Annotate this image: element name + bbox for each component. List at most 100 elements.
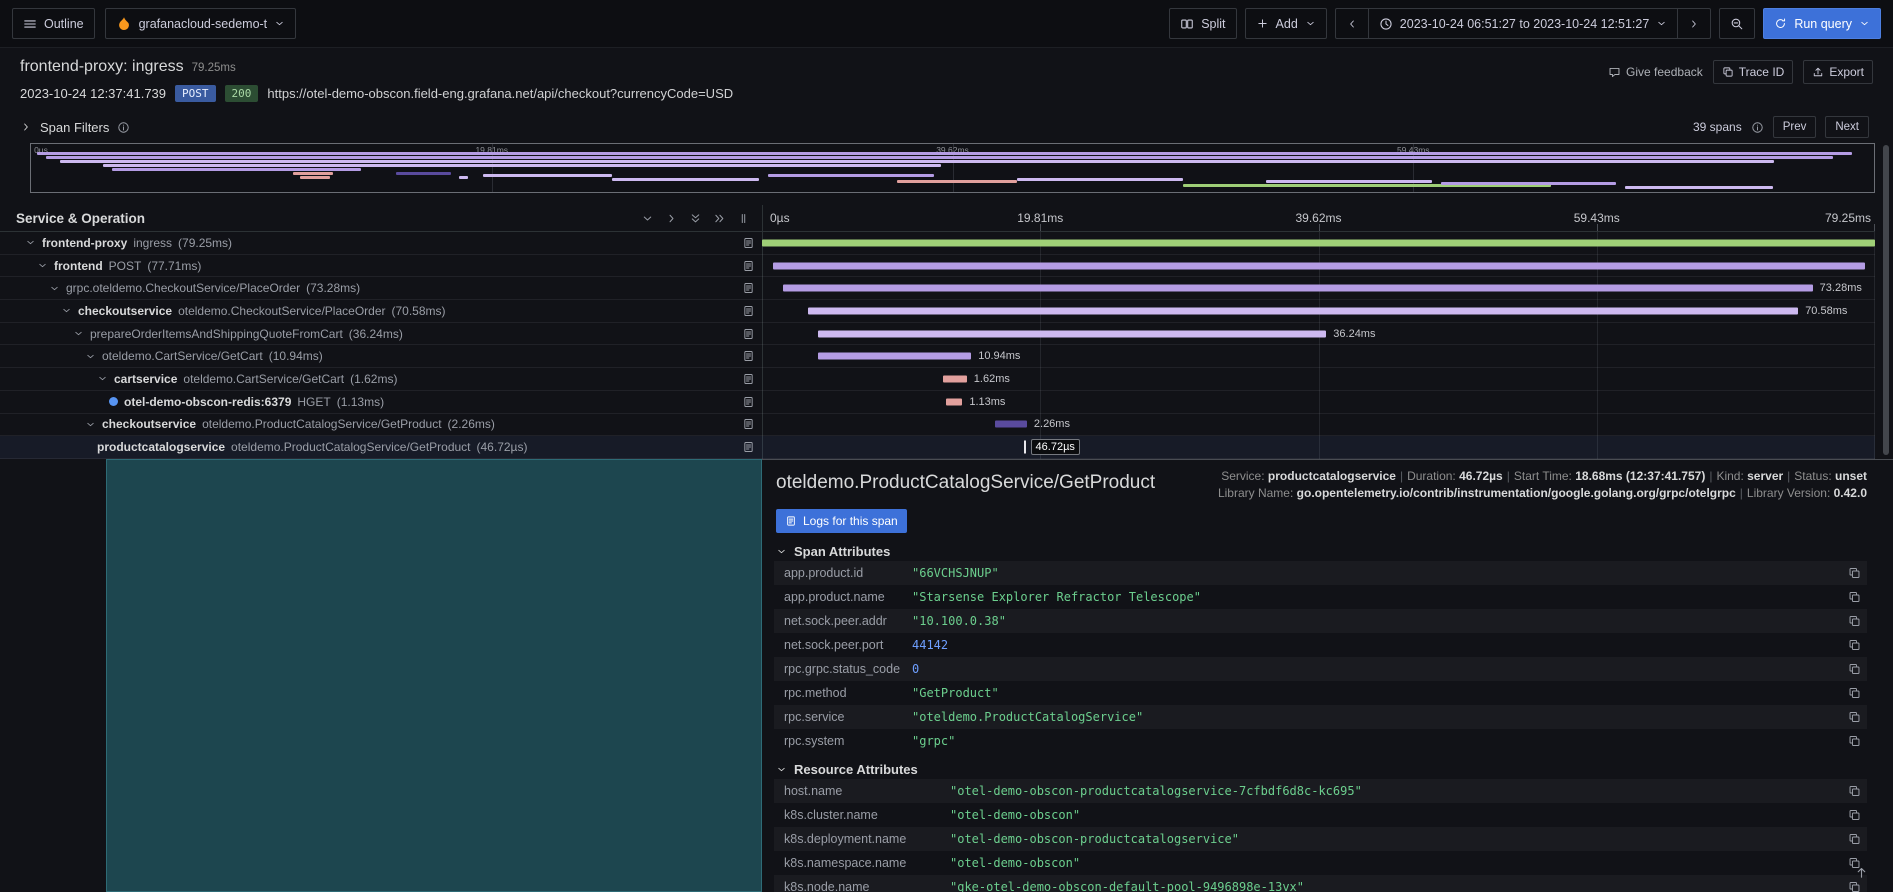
expand-chevron-icon[interactable] xyxy=(49,283,60,294)
expand-chevron-icon[interactable] xyxy=(61,305,72,316)
span-row[interactable]: prepareOrderItemsAndShippingQuoteFromCar… xyxy=(0,323,1875,346)
copy-value-button[interactable] xyxy=(1848,833,1861,846)
zoom-out-button[interactable] xyxy=(1719,8,1755,39)
span-detail-panel: oteldemo.ProductCatalogService/GetProduc… xyxy=(762,459,1893,892)
time-range-picker[interactable]: 2023-10-24 06:51:27 to 2023-10-24 12:51:… xyxy=(1369,8,1679,39)
span-logs-icon[interactable] xyxy=(742,350,755,363)
span-row-label: checkoutserviceoteldemo.CheckoutService/… xyxy=(0,300,735,322)
attribute-key: k8s.namespace.name xyxy=(784,856,950,870)
copy-icon xyxy=(1848,785,1861,798)
span-bar[interactable] xyxy=(818,330,1327,337)
span-logs-icon[interactable] xyxy=(742,304,755,317)
run-query-button[interactable]: Run query xyxy=(1763,8,1881,39)
expand-chevron-icon[interactable] xyxy=(25,237,36,248)
span-bar[interactable] xyxy=(943,375,966,382)
span-row[interactable]: cartserviceoteldemo.CartService/GetCart(… xyxy=(0,368,1875,391)
span-row[interactable]: checkoutserviceoteldemo.CheckoutService/… xyxy=(0,300,1875,323)
export-button[interactable]: Export xyxy=(1803,60,1873,84)
span-row[interactable]: frontendPOST(77.71ms) xyxy=(0,255,1875,278)
copy-value-button[interactable] xyxy=(1848,687,1861,700)
span-logs-icon[interactable] xyxy=(742,372,755,385)
span-bar[interactable] xyxy=(808,307,1799,314)
copy-value-button[interactable] xyxy=(1848,567,1861,580)
vertical-scrollbar[interactable] xyxy=(1883,145,1889,455)
span-logs-icon[interactable] xyxy=(742,441,755,454)
expand-all-icon[interactable] xyxy=(713,212,726,225)
span-row[interactable]: oteldemo.CartService/GetCart(10.94ms)10.… xyxy=(0,345,1875,368)
span-row[interactable]: productcatalogserviceoteldemo.ProductCat… xyxy=(0,436,1875,459)
resource-attributes-header[interactable]: Resource Attributes xyxy=(776,762,918,777)
collapse-all-icon[interactable] xyxy=(689,212,702,225)
trace-minimap[interactable]: 0µs19.81ms39.62ms59.43ms xyxy=(30,143,1875,193)
span-logs-icon[interactable] xyxy=(742,282,755,295)
info-icon xyxy=(1751,121,1764,134)
copy-value-button[interactable] xyxy=(1848,809,1861,822)
scroll-top-button[interactable] xyxy=(1854,865,1869,880)
chevron-down-icon xyxy=(274,18,285,29)
expand-one-icon[interactable] xyxy=(665,212,678,225)
span-bar[interactable] xyxy=(783,285,1813,292)
span-row[interactable]: grpc.oteldemo.CheckoutService/PlaceOrder… xyxy=(0,277,1875,300)
span-logs-icon[interactable] xyxy=(742,395,755,408)
collapse-one-icon[interactable] xyxy=(641,212,654,225)
attribute-value: "otel-demo-obscon" xyxy=(950,856,1080,870)
export-icon xyxy=(1812,66,1824,78)
comment-icon xyxy=(1608,66,1621,79)
minimap-span-segment xyxy=(768,174,934,177)
copy-value-button[interactable] xyxy=(1848,663,1861,676)
timeline-axis: Service & Operation 0µs19.81ms39.62ms59.… xyxy=(0,205,1875,232)
copy-value-button[interactable] xyxy=(1848,639,1861,652)
next-span-button[interactable]: Next xyxy=(1825,116,1869,138)
minimap-span-segment xyxy=(396,172,451,175)
split-button[interactable]: Split xyxy=(1169,8,1236,39)
expand-chevron-icon[interactable] xyxy=(73,328,84,339)
expand-chevron-icon[interactable] xyxy=(85,351,96,362)
span-bar[interactable] xyxy=(773,262,1865,269)
time-shift-forward-button[interactable] xyxy=(1678,8,1711,39)
span-bar[interactable] xyxy=(995,421,1027,428)
drag-icon xyxy=(737,212,750,225)
column-resize-handle[interactable] xyxy=(737,212,750,225)
span-duration-label: (1.13ms) xyxy=(337,395,384,409)
add-button[interactable]: Add xyxy=(1245,8,1327,39)
span-filters-toggle[interactable]: Span Filters xyxy=(20,120,130,135)
attribute-row: k8s.namespace.name"otel-demo-obscon" xyxy=(774,851,1867,875)
expand-chevron-icon[interactable] xyxy=(97,373,108,384)
span-bar[interactable] xyxy=(818,353,972,360)
meta-separator: | xyxy=(1783,469,1794,483)
copy-icon xyxy=(1848,735,1861,748)
span-logs-icon[interactable] xyxy=(742,327,755,340)
copy-value-button[interactable] xyxy=(1848,615,1861,628)
copy-value-button[interactable] xyxy=(1848,785,1861,798)
copy-value-button[interactable] xyxy=(1848,881,1861,892)
copy-value-button[interactable] xyxy=(1848,711,1861,724)
outline-button[interactable]: Outline xyxy=(12,8,95,39)
time-shift-back-button[interactable] xyxy=(1335,8,1369,39)
copy-value-button[interactable] xyxy=(1848,591,1861,604)
attribute-key: k8s.cluster.name xyxy=(784,808,950,822)
expand-chevron-icon[interactable] xyxy=(85,419,96,430)
span-row[interactable]: otel-demo-obscon-redis:6379HGET(1.13ms)1… xyxy=(0,391,1875,414)
copy-icon xyxy=(1848,687,1861,700)
copy-value-button[interactable] xyxy=(1848,735,1861,748)
span-logs-icon[interactable] xyxy=(742,259,755,272)
doc-icon xyxy=(742,327,755,340)
attribute-row: net.sock.peer.addr"10.100.0.38" xyxy=(774,609,1867,633)
span-row[interactable]: frontend-proxyingress(79.25ms) xyxy=(0,232,1875,255)
logs-for-span-button[interactable]: Logs for this span xyxy=(776,509,907,533)
trace-id-button[interactable]: Trace ID xyxy=(1713,60,1794,84)
prev-span-button[interactable]: Prev xyxy=(1773,116,1817,138)
expand-chevron-icon[interactable] xyxy=(37,260,48,271)
span-logs-icon[interactable] xyxy=(742,236,755,249)
span-logs-icon[interactable] xyxy=(742,418,755,431)
datasource-picker[interactable]: grafanacloud-sedemo-t xyxy=(105,8,297,39)
attribute-key: k8s.deployment.name xyxy=(784,832,950,846)
span-bar[interactable] xyxy=(762,239,1875,246)
copy-icon xyxy=(1722,66,1734,78)
span-attributes-header[interactable]: Span Attributes xyxy=(776,544,890,559)
span-row[interactable]: checkoutserviceoteldemo.ProductCatalogSe… xyxy=(0,414,1875,437)
give-feedback-button[interactable]: Give feedback xyxy=(1608,65,1703,79)
chevron-down-icon xyxy=(1656,18,1667,29)
span-bar[interactable] xyxy=(946,398,963,405)
span-row-label: grpc.oteldemo.CheckoutService/PlaceOrder… xyxy=(0,277,735,299)
